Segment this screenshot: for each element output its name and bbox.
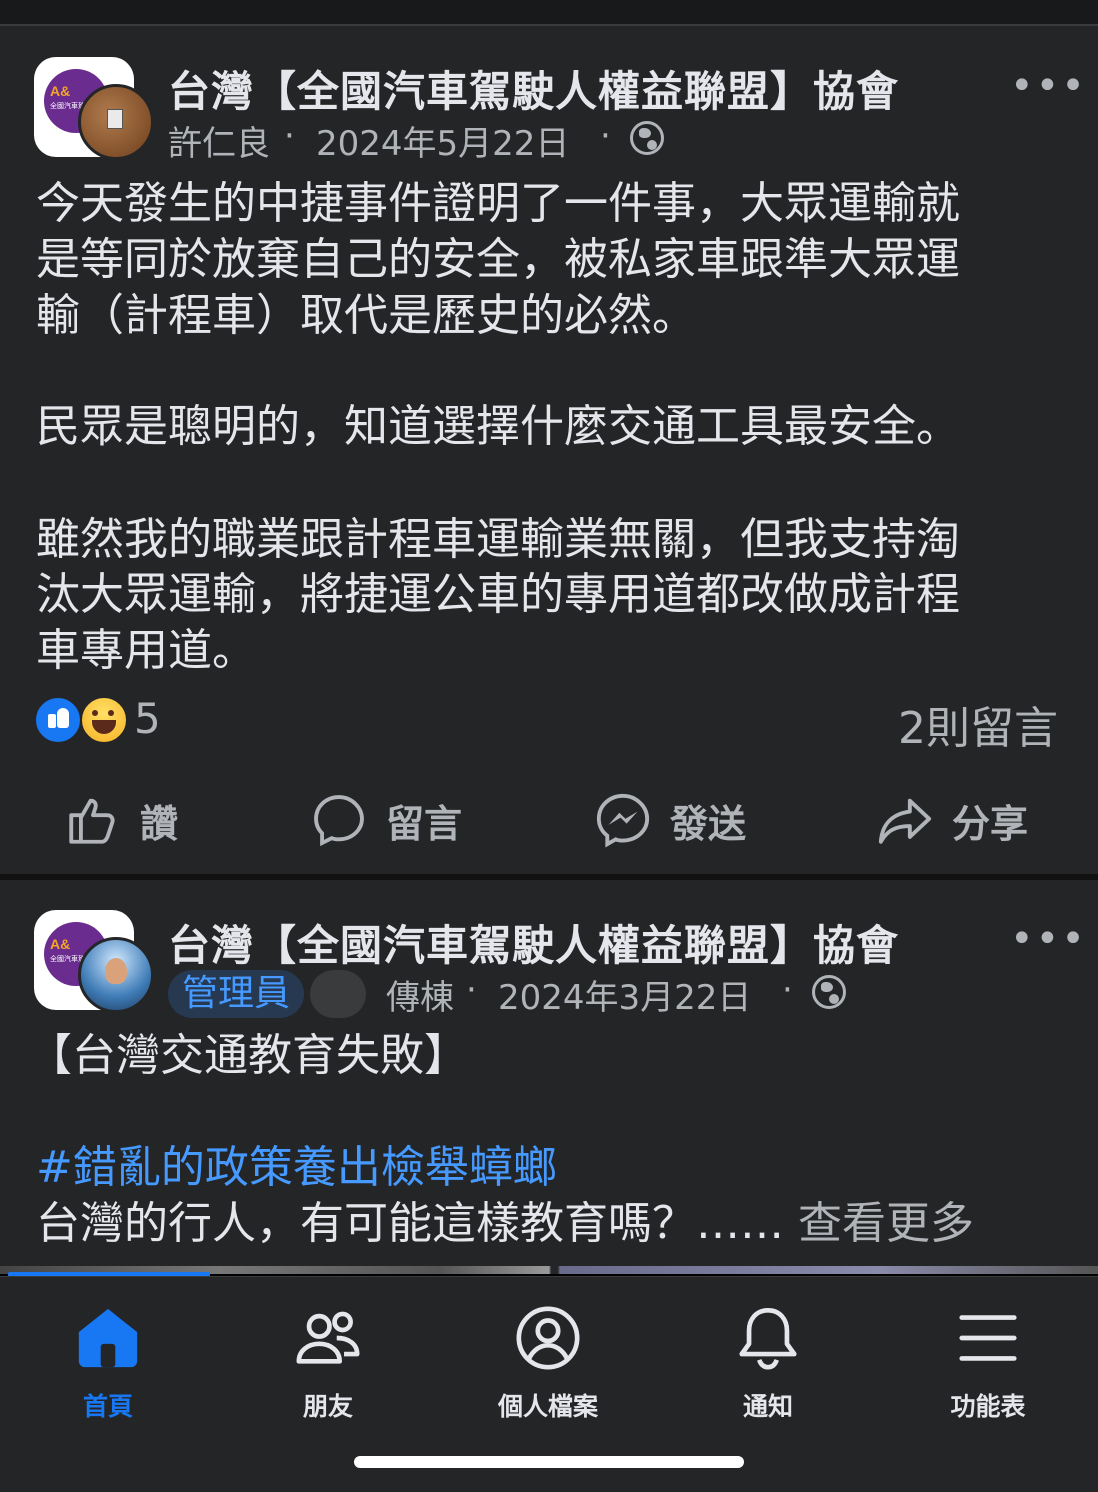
reaction-count: 5 — [134, 694, 161, 743]
send-label: 發送 — [670, 801, 747, 846]
meta-separator: · — [600, 116, 611, 156]
author-avatar[interactable] — [78, 937, 154, 1013]
group-name[interactable]: 台灣【全國汽車駕駛人權益聯盟】協會 — [168, 58, 899, 119]
post-title-text: 【台灣交通教育失敗】 — [28, 1030, 468, 1081]
menu-icon — [959, 1315, 1017, 1361]
hidden-avatar — [310, 970, 366, 1018]
tab-friends[interactable]: 朋友 — [238, 1303, 418, 1423]
author-name[interactable]: 傳棟 — [386, 970, 454, 1019]
send-button[interactable]: 發送 — [594, 790, 746, 850]
post-text-line: 汰大眾運輸，將捷運公車的專用道都改做成計程 — [36, 569, 960, 620]
tab-menu[interactable]: 功能表 — [898, 1303, 1078, 1423]
profile-icon — [516, 1306, 580, 1370]
top-divider — [0, 0, 1098, 26]
tab-label: 朋友 — [302, 1392, 353, 1421]
tab-notifications[interactable]: 通知 — [678, 1303, 858, 1423]
author-avatar[interactable] — [78, 84, 154, 160]
share-label: 分享 — [952, 801, 1029, 846]
post-text-line: 台灣的行人，有可能這樣教育嗎？…… 查看更多 — [36, 1196, 974, 1252]
post-text-line: 車專用道。 — [36, 625, 256, 676]
post-text-line: 是等同於放棄自己的安全，被私家車跟準大眾運 — [36, 234, 960, 285]
home-icon — [78, 1308, 138, 1368]
comment-bubble-icon — [314, 795, 364, 847]
group-name[interactable]: 台灣【全國汽車駕駛人權益聯盟】協會 — [168, 912, 899, 973]
tab-profile[interactable]: 個人檔案 — [458, 1303, 638, 1423]
post-excerpt: 台灣的行人，有可能這樣教育嗎？…… — [36, 1198, 784, 1249]
thumbs-up-icon — [69, 798, 115, 844]
like-reaction-icon — [34, 696, 82, 744]
comment-button[interactable]: 留言 — [310, 790, 462, 850]
bell-icon — [739, 1307, 797, 1370]
home-indicator[interactable] — [354, 1456, 744, 1468]
comment-count[interactable]: 2則留言 — [898, 692, 1058, 756]
like-label: 讚 — [140, 801, 179, 846]
haha-reaction-icon — [80, 696, 128, 744]
post-text-line: 民眾是聰明的，知道選擇什麼交通工具最安全。 — [36, 401, 960, 452]
meta-separator: · — [782, 970, 793, 1010]
post-text-line: 今天發生的中捷事件證明了一件事，大眾運輸就 — [36, 178, 960, 229]
tab-label: 個人檔案 — [497, 1392, 598, 1421]
tab-home[interactable]: 首頁 — [18, 1303, 198, 1423]
globe-icon — [630, 121, 664, 155]
more-options-icon[interactable]: ••• — [1010, 919, 1087, 959]
post-date[interactable]: 2024年3月22日 — [498, 970, 751, 1019]
hashtag-link[interactable]: #錯亂的政策養出檢舉蟑螂 — [36, 1140, 557, 1196]
share-arrow-icon — [878, 798, 932, 844]
meta-separator: · — [284, 116, 295, 156]
globe-icon — [812, 975, 846, 1009]
tab-label: 功能表 — [950, 1392, 1026, 1421]
comment-label: 留言 — [386, 801, 463, 846]
post-actions: 讚 留言 發送 分享 — [0, 770, 1098, 870]
see-more-link[interactable]: 查看更多 — [798, 1198, 974, 1249]
admin-badge: 管理員 — [168, 970, 305, 1018]
like-button[interactable]: 讚 — [64, 790, 178, 850]
post-text-line: 輸（計程車）取代是歷史的必然。 — [36, 290, 696, 341]
tab-label: 通知 — [742, 1392, 793, 1421]
author-name[interactable]: 許仁良 — [168, 116, 270, 165]
messenger-icon — [596, 793, 650, 848]
friends-icon — [296, 1311, 360, 1364]
post-text-line: 雖然我的職業跟計程車運輸業無關，但我支持淘 — [36, 514, 960, 565]
post-date[interactable]: 2024年5月22日 — [316, 116, 569, 165]
tab-label: 首頁 — [82, 1392, 133, 1421]
meta-separator: · — [466, 970, 477, 1010]
more-options-icon[interactable]: ••• — [1010, 66, 1087, 106]
share-button[interactable]: 分享 — [876, 790, 1028, 850]
